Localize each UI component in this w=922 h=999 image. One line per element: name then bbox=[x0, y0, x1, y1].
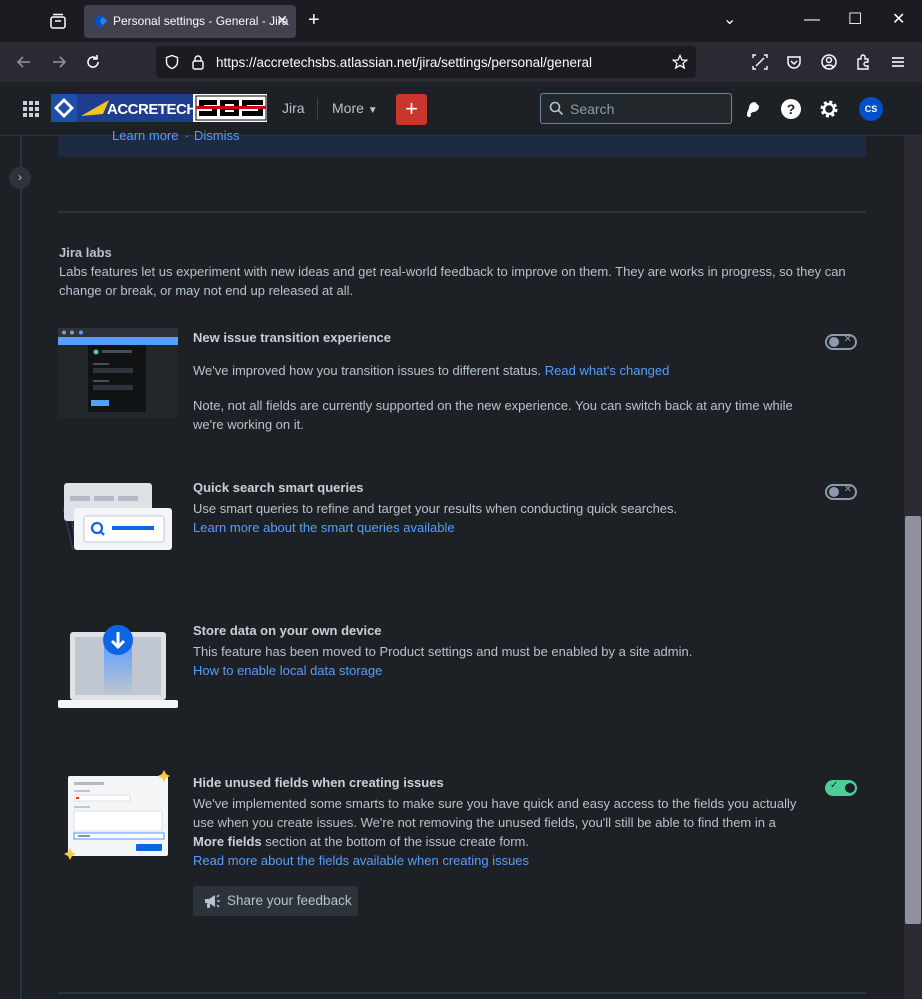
smart-queries-toggle[interactable]: ✕ bbox=[825, 484, 857, 500]
search-input[interactable]: Search bbox=[540, 93, 732, 124]
info-banner: Learn more · Dismiss bbox=[58, 128, 866, 157]
feature-description: This feature has been moved to Product s… bbox=[193, 642, 813, 680]
more-menu-button[interactable]: More ▼ bbox=[332, 100, 378, 116]
svg-text:ACCRETECH: ACCRETECH bbox=[107, 101, 197, 118]
feature-title: Hide unused fields when creating issues bbox=[193, 775, 444, 790]
local-storage-illustration bbox=[58, 625, 178, 708]
forward-icon[interactable] bbox=[49, 52, 69, 72]
back-icon[interactable] bbox=[14, 52, 34, 72]
url-bar[interactable]: https://accretechsbs.atlassian.net/jira/… bbox=[156, 46, 696, 78]
feature-text: We've improved how you transition issues… bbox=[193, 363, 542, 378]
close-tab-icon[interactable]: ✕ bbox=[276, 12, 288, 29]
feature-description: We've implemented some smarts to make su… bbox=[193, 794, 813, 870]
feature-text-continued: section at the bottom of the issue creat… bbox=[265, 834, 529, 849]
section-divider bbox=[58, 992, 866, 994]
settings-gear-icon[interactable] bbox=[818, 98, 840, 120]
hide-fields-illustration bbox=[64, 770, 170, 860]
tab-title: Personal settings - General - Jira bbox=[113, 14, 289, 28]
feature-description: Use smart queries to refine and target y… bbox=[193, 499, 813, 537]
expand-sidebar-button[interactable]: › bbox=[9, 167, 31, 189]
toggle-off-icon: ✕ bbox=[843, 334, 852, 345]
toggle-on-check-icon: ✓ bbox=[830, 780, 839, 791]
jira-nav-link[interactable]: Jira bbox=[282, 100, 305, 116]
feature-note: Note, not all fields are currently suppo… bbox=[193, 398, 793, 432]
banner-learn-more-link[interactable]: Learn more bbox=[112, 128, 178, 143]
feature-text: We've implemented some smarts to make su… bbox=[193, 796, 797, 830]
feature-title: Quick search smart queries bbox=[193, 480, 364, 495]
banner-separator: · bbox=[185, 128, 190, 143]
toggle-off-icon: ✕ bbox=[843, 484, 852, 495]
jira-favicon-icon bbox=[93, 14, 107, 28]
maximize-icon[interactable]: ☐ bbox=[848, 10, 862, 30]
help-icon[interactable]: ? bbox=[780, 98, 802, 120]
more-fields-bold: More fields bbox=[193, 834, 262, 849]
smart-queries-link[interactable]: Learn more about the smart queries avail… bbox=[193, 520, 455, 535]
lock-icon[interactable] bbox=[191, 54, 205, 70]
toggle-knob bbox=[829, 337, 839, 347]
new-tab-icon[interactable]: + bbox=[308, 9, 320, 31]
menu-icon[interactable] bbox=[888, 52, 908, 72]
extensions-icon[interactable] bbox=[854, 52, 874, 72]
search-placeholder: Search bbox=[570, 101, 615, 117]
labs-heading: Jira labs bbox=[59, 245, 112, 260]
account-icon[interactable] bbox=[819, 52, 839, 72]
tab-list-chevron-icon[interactable]: ⌄ bbox=[723, 10, 736, 30]
nav-divider bbox=[317, 98, 318, 120]
chevron-right-icon: › bbox=[18, 170, 22, 184]
shield-icon[interactable] bbox=[164, 54, 180, 70]
bookmark-star-icon[interactable] bbox=[672, 54, 688, 70]
fields-available-link[interactable]: Read more about the fields available whe… bbox=[193, 853, 529, 868]
more-label: More bbox=[332, 100, 364, 116]
toggle-knob bbox=[829, 487, 839, 497]
hide-unused-fields-toggle[interactable]: ✓ bbox=[825, 780, 857, 796]
browser-tab-active[interactable]: Personal settings - General - Jira ✕ bbox=[84, 5, 296, 38]
user-avatar[interactable]: CS bbox=[859, 97, 883, 121]
feature-text: Use smart queries to refine and target y… bbox=[193, 501, 678, 516]
megaphone-icon bbox=[205, 894, 220, 908]
svg-text:?: ? bbox=[787, 101, 796, 117]
minimize-icon[interactable]: — bbox=[804, 10, 820, 30]
feature-text: This feature has been moved to Product s… bbox=[193, 644, 693, 659]
labs-description: Labs features let us experiment with new… bbox=[59, 264, 846, 298]
smart-queries-illustration bbox=[62, 483, 172, 551]
create-button[interactable]: + bbox=[396, 94, 427, 125]
browser-nav-bar: https://accretechsbs.atlassian.net/jira/… bbox=[0, 42, 922, 82]
screenshot-icon[interactable] bbox=[750, 52, 770, 72]
scrollbar-thumb[interactable] bbox=[905, 516, 921, 924]
share-feedback-label: Share your feedback bbox=[227, 893, 352, 908]
section-divider bbox=[58, 211, 866, 213]
window-close-icon[interactable]: ✕ bbox=[892, 10, 905, 30]
app-switcher-icon[interactable] bbox=[22, 100, 40, 118]
sidebar-divider bbox=[20, 136, 22, 999]
notifications-icon[interactable] bbox=[742, 98, 764, 120]
pocket-icon[interactable] bbox=[784, 52, 804, 72]
transition-experience-illustration bbox=[58, 328, 178, 418]
banner-dismiss-link[interactable]: Dismiss bbox=[194, 128, 240, 143]
tab-overview-icon[interactable] bbox=[49, 12, 67, 30]
toggle-knob bbox=[845, 783, 855, 793]
search-icon bbox=[549, 101, 564, 116]
chevron-down-icon: ▼ bbox=[367, 105, 378, 116]
feature-title: New issue transition experience bbox=[193, 330, 391, 345]
feature-description: We've improved how you transition issues… bbox=[193, 361, 813, 380]
browser-tab-bar: Personal settings - General - Jira ✕ + ⌄… bbox=[0, 0, 922, 42]
reload-icon[interactable] bbox=[83, 52, 103, 72]
transition-experience-toggle[interactable]: ✕ bbox=[825, 334, 857, 350]
accretech-sbs-logo[interactable]: ACCRETECH bbox=[51, 94, 267, 122]
share-feedback-button[interactable]: Share your feedback bbox=[193, 886, 358, 916]
local-storage-link[interactable]: How to enable local data storage bbox=[193, 663, 382, 678]
read-whats-changed-link[interactable]: Read what's changed bbox=[545, 363, 670, 378]
url-text: https://accretechsbs.atlassian.net/jira/… bbox=[216, 55, 592, 70]
feature-title: Store data on your own device bbox=[193, 623, 382, 638]
